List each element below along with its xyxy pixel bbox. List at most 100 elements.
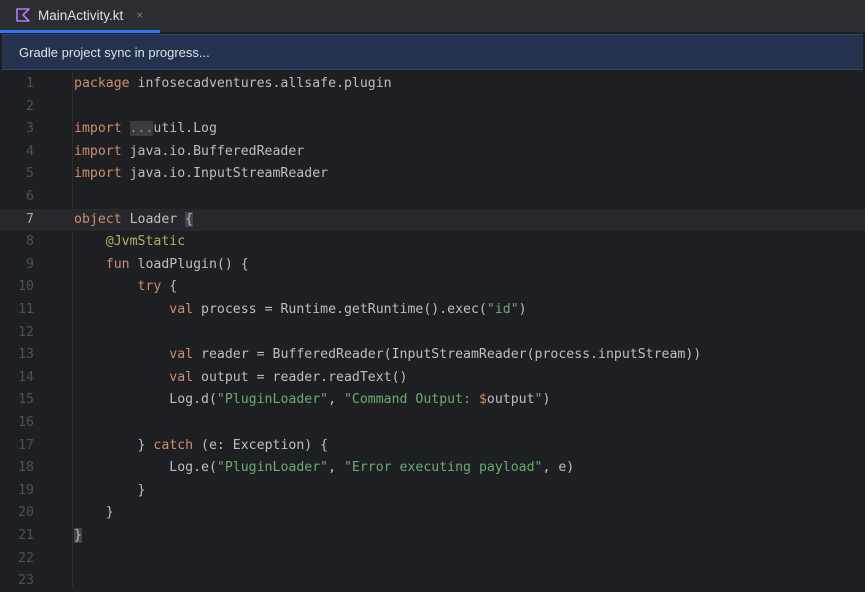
code-line[interactable]: 17 } catch (e: Exception) { [0,435,865,457]
line-number: 5 [26,166,34,182]
code-line[interactable]: 2 [0,96,865,118]
code-text: } catch (e: Exception) { [74,435,329,457]
code-token: { [185,211,194,227]
line-number: 12 [18,324,34,340]
code-token: util.Log [153,121,217,137]
code-token: "PluginLoader" [216,460,329,476]
code-token: } [74,482,146,498]
line-number: 21 [18,528,34,543]
code-token: @JvmStatic [105,234,186,250]
code-token: Log.e( [74,460,217,476]
code-line[interactable]: 1 package infosecadventures.allsafe.plugi… [0,73,865,95]
code-token: val [169,347,194,363]
code-editor[interactable]: 1 package infosecadventures.allsafe.plugi… [0,70,865,588]
code-token: catch [153,437,194,453]
line-number: 8 [26,234,34,250]
code-token: "Command Output: [343,392,479,408]
code-line[interactable]: 16 [0,412,865,434]
code-line[interactable]: 14 val output = reader.readText() [0,367,865,389]
code-line[interactable]: 13 val reader = BufferedReader(InputStre… [0,344,865,366]
line-number: 2 [26,98,34,114]
code-line[interactable]: 5 import java.io.InputStreamReader [0,163,865,185]
code-token: try [137,279,162,295]
code-text: fun loadPlugin() { [74,254,249,276]
code-token: "PluginLoader" [216,392,329,408]
code-line[interactable]: 12 [0,322,865,344]
code-line[interactable]: 18 Log.e("PluginLoader", "Error executin… [0,457,865,479]
line-number: 14 [18,369,34,385]
code-token: } [74,505,114,521]
code-token: java.io.BufferedReader [121,143,305,159]
banner-text: Gradle project sync in progress... [19,44,210,60]
code-line[interactable]: 4 import java.io.BufferedReader [0,141,865,163]
code-token: import [74,166,122,182]
code-text: Log.d("PluginLoader", "Command Output: $… [74,389,550,411]
code-text: val output = reader.readText() [74,367,407,389]
code-text: } [74,480,146,502]
code-line[interactable]: 22 [0,548,865,570]
code-text: import ...util.Log [74,118,217,140]
line-number: 10 [18,279,34,295]
code-token: , [328,392,344,408]
code-line[interactable]: 15 Log.d("PluginLoader", "Command Output… [0,389,865,411]
close-icon[interactable]: × [136,8,143,22]
line-number: 9 [26,256,34,272]
code-token: ... [129,121,154,137]
code-token: $ [478,392,487,408]
code-line[interactable]: 7 object Loader { [0,208,865,231]
code-token: object [74,211,122,227]
code-token: , [328,460,344,476]
code-token: output [486,392,535,408]
code-token: Loader [121,211,186,227]
line-number: 16 [18,415,34,430]
code-token: Log.d( [74,392,217,408]
code-line[interactable]: 8 @JvmStatic [0,231,865,253]
code-token: " [534,392,543,408]
line-number: 17 [18,437,34,453]
line-number: 1 [26,76,34,91]
code-line[interactable]: 20 } [0,502,865,524]
editor-tab-bar: MainActivity.kt × [0,0,865,33]
code-line[interactable]: 3 import ...util.Log [0,118,865,140]
code-text: @JvmStatic [74,231,185,253]
line-number: 7 [26,211,34,227]
code-line[interactable]: 23 [0,570,865,592]
code-token: process = Runtime.getRuntime().exec( [193,302,487,317]
code-text: Log.e("PluginLoader", "Error executing p… [74,457,574,479]
code-text: } [74,502,114,524]
code-line[interactable]: 11 val process = Runtime.getRuntime().ex… [0,299,865,321]
line-number: 19 [18,482,34,498]
code-token: import [74,121,122,137]
code-token: fun [105,256,130,272]
code-text: object Loader { [74,209,194,231]
line-number: 4 [26,143,34,159]
line-number: 15 [18,392,34,408]
code-token: } [74,528,82,543]
code-line[interactable]: 10 try { [0,276,865,298]
code-text: try { [74,276,178,298]
tab-main-activity[interactable]: MainActivity.kt × [0,0,160,33]
code-token: val [169,369,194,385]
code-token: ) [542,392,551,408]
code-line[interactable]: 6 [0,186,865,208]
code-line[interactable]: 19 } [0,480,865,502]
code-token: "Error executing payload" [343,460,543,476]
code-token: java.io.InputStreamReader [121,166,329,182]
code-line[interactable]: 9 fun loadPlugin() { [0,254,865,276]
code-text: import java.io.InputStreamReader [74,163,328,185]
line-number: 3 [26,121,34,137]
code-line[interactable]: 21} [0,525,865,547]
code-token: val [169,302,194,317]
code-token: import [74,143,122,159]
line-number: 22 [18,550,34,566]
line-number: 11 [18,302,34,317]
code-token: ) [518,302,527,317]
code-token: "id" [486,302,519,317]
code-text: } [74,525,82,547]
tab-label: MainActivity.kt [38,7,124,23]
